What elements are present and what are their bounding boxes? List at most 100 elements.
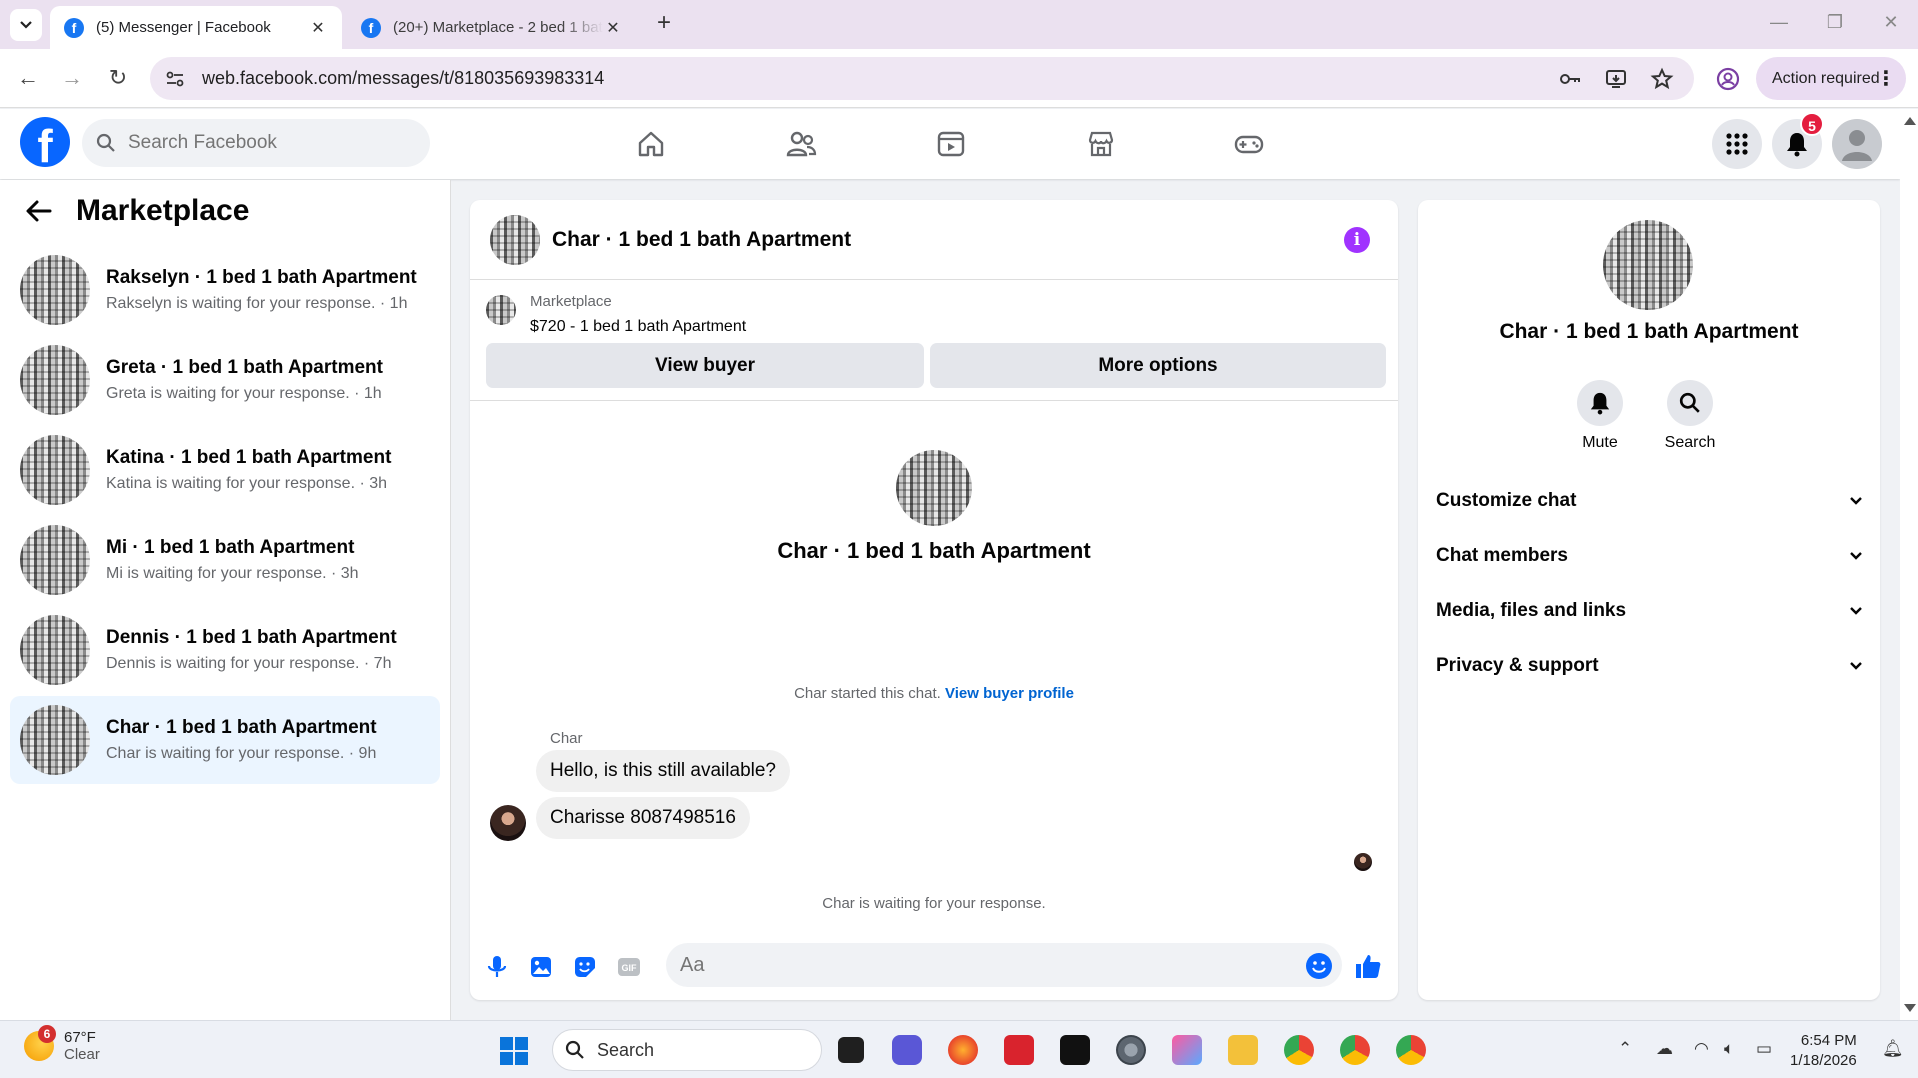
system-clock[interactable]: 6:54 PM 1/18/2026 bbox=[1790, 1031, 1857, 1071]
emoji-icon[interactable] bbox=[1306, 953, 1332, 979]
back-arrow-icon[interactable] bbox=[24, 196, 54, 226]
wifi-icon[interactable]: ◠ bbox=[1694, 1039, 1709, 1059]
tray-chevron-up-icon[interactable]: ⌃ bbox=[1618, 1039, 1632, 1059]
chrome-profile-icon[interactable] bbox=[1340, 1035, 1370, 1065]
mute-action[interactable]: Mute bbox=[1560, 380, 1640, 452]
tab-marketplace[interactable]: f (20+) Marketplace - 2 bed 1 bath ✕ bbox=[347, 6, 637, 49]
privacy-support-section[interactable]: Privacy & support bbox=[1436, 646, 1862, 686]
cloud-offline-icon[interactable]: ☁ bbox=[1656, 1039, 1673, 1059]
address-bar[interactable]: web.facebook.com/messages/t/818035693983… bbox=[150, 57, 1694, 100]
password-key-icon[interactable] bbox=[1558, 67, 1582, 91]
scroll-down-arrow-icon[interactable] bbox=[1904, 1004, 1916, 1012]
page-scrollbar[interactable] bbox=[1900, 109, 1918, 1020]
restore-icon[interactable]: ❐ bbox=[1820, 12, 1850, 33]
taskbar-search[interactable]: Search bbox=[552, 1029, 822, 1071]
chat-members-section[interactable]: Chat members bbox=[1436, 536, 1862, 576]
weather-widget[interactable]: 6 67°F Clear bbox=[24, 1025, 100, 1063]
menu-kebab-icon[interactable]: ⋮ bbox=[1876, 66, 1896, 91]
marketplace-nav[interactable] bbox=[1084, 127, 1118, 161]
gaming-nav[interactable] bbox=[1232, 127, 1266, 161]
close-tab-icon[interactable]: ✕ bbox=[603, 18, 623, 38]
task-view-icon[interactable] bbox=[838, 1037, 864, 1063]
search-input[interactable] bbox=[128, 132, 408, 154]
listing-avatar bbox=[20, 435, 90, 505]
notification-bell-icon[interactable]: 🔔︎ bbox=[1882, 1039, 1904, 1059]
mute-button[interactable] bbox=[1577, 380, 1623, 426]
new-tab-button[interactable]: + bbox=[650, 10, 678, 38]
tab-search-button[interactable] bbox=[10, 9, 42, 41]
thread-avatar bbox=[896, 450, 972, 526]
media-files-links-section[interactable]: Media, files and links bbox=[1436, 591, 1862, 631]
reload-button[interactable]: ↻ bbox=[104, 65, 132, 93]
capcut-icon[interactable] bbox=[1060, 1035, 1090, 1065]
search-in-chat-button[interactable] bbox=[1667, 380, 1713, 426]
home-nav[interactable] bbox=[634, 127, 668, 161]
conversation-item-rakselyn[interactable]: Rakselyn · 1 bed 1 bath Apartment Raksely… bbox=[10, 246, 440, 334]
close-window-icon[interactable]: ✕ bbox=[1876, 12, 1906, 33]
listing-thumbnail[interactable] bbox=[486, 295, 516, 325]
battery-icon[interactable]: ▭ bbox=[1756, 1039, 1772, 1059]
browser-tab-bar: f (5) Messenger | Facebook ✕ f (20+) Mar… bbox=[0, 0, 1918, 49]
browser-profile-icon[interactable] bbox=[1714, 65, 1742, 93]
conversation-name: Mi · 1 bed 1 bath Apartment bbox=[106, 537, 355, 558]
listing-avatar bbox=[20, 705, 90, 775]
scroll-up-arrow-icon[interactable] bbox=[1904, 117, 1916, 125]
start-button[interactable] bbox=[500, 1037, 528, 1065]
message-bubble[interactable]: Charisse 8087498516 bbox=[536, 797, 750, 839]
firefox-icon[interactable] bbox=[948, 1035, 978, 1065]
facebook-logo[interactable]: f bbox=[20, 117, 70, 167]
forward-button[interactable]: → bbox=[58, 65, 86, 93]
close-tab-icon[interactable]: ✕ bbox=[308, 18, 328, 38]
browser-toolbar: ← → ↻ web.facebook.com/messages/t/818035… bbox=[0, 49, 1918, 108]
video-nav[interactable] bbox=[934, 127, 968, 161]
more-options-button[interactable]: More options bbox=[930, 343, 1386, 388]
settings-gear-icon[interactable] bbox=[1116, 1035, 1146, 1065]
snipping-tool-icon[interactable] bbox=[1172, 1035, 1202, 1065]
facebook-search[interactable] bbox=[82, 119, 430, 167]
message-bubble[interactable]: Hello, is this still available? bbox=[536, 750, 790, 792]
thread-intro: Char · 1 bed 1 bath Apartment bbox=[470, 450, 1398, 564]
back-button[interactable]: ← bbox=[14, 65, 42, 93]
listing-avatar bbox=[20, 525, 90, 595]
wps-office-icon[interactable] bbox=[1004, 1035, 1034, 1065]
view-buyer-button[interactable]: View buyer bbox=[486, 343, 924, 388]
customize-chat-section[interactable]: Customize chat bbox=[1436, 481, 1862, 521]
minimize-icon[interactable]: — bbox=[1764, 12, 1794, 33]
conversation-snippet: Dennis is waiting for your response. · 7… bbox=[106, 655, 392, 672]
sticker-icon[interactable] bbox=[572, 954, 598, 980]
action-required-button[interactable]: Action required ⋮ bbox=[1756, 57, 1906, 100]
search-action[interactable]: Search bbox=[1650, 380, 1730, 452]
conversation-item-char[interactable]: Char · 1 bed 1 bath Apartment Char is wai… bbox=[10, 696, 440, 784]
message-input[interactable] bbox=[666, 943, 1342, 987]
conversation-item-greta[interactable]: Greta · 1 bed 1 bath Apartment Greta is w… bbox=[10, 336, 440, 424]
tab-messenger[interactable]: f (5) Messenger | Facebook ✕ bbox=[50, 6, 342, 49]
chat-avatar[interactable] bbox=[490, 214, 540, 265]
chrome-profile-2-icon[interactable] bbox=[1396, 1035, 1426, 1065]
listing-price[interactable]: $720 - 1 bed 1 bath Apartment bbox=[530, 318, 746, 336]
gif-icon[interactable]: GIF bbox=[616, 954, 642, 980]
conversation-item-katina[interactable]: Katina · 1 bed 1 bath Apartment Katina is… bbox=[10, 426, 440, 514]
info-icon[interactable]: i bbox=[1344, 227, 1370, 253]
volume-icon[interactable]: 🔈︎ bbox=[1724, 1039, 1734, 1059]
section-label: Privacy & support bbox=[1436, 655, 1599, 676]
file-explorer-icon[interactable] bbox=[1228, 1035, 1258, 1065]
teams-chat-icon[interactable] bbox=[892, 1035, 922, 1065]
view-buyer-profile-link[interactable]: View buyer profile bbox=[945, 685, 1074, 702]
thumbs-up-icon[interactable] bbox=[1354, 952, 1382, 980]
conversation-item-mi[interactable]: Mi · 1 bed 1 bath Apartment Mi is waiting… bbox=[10, 516, 440, 604]
site-settings-icon[interactable] bbox=[164, 68, 186, 90]
install-app-icon[interactable] bbox=[1604, 67, 1628, 91]
chrome-icon[interactable] bbox=[1284, 1035, 1314, 1065]
friends-nav[interactable] bbox=[784, 127, 818, 161]
menu-button[interactable] bbox=[1712, 119, 1762, 169]
profile-avatar-icon bbox=[1832, 119, 1882, 169]
chat-title[interactable]: Char · 1 bed 1 bath Apartment bbox=[552, 228, 851, 252]
bookmark-star-icon[interactable] bbox=[1650, 67, 1674, 91]
microphone-icon[interactable] bbox=[484, 954, 510, 980]
conversation-item-dennis[interactable]: Dennis · 1 bed 1 bath Apartment Dennis is… bbox=[10, 606, 440, 694]
tab-title: (5) Messenger | Facebook bbox=[96, 19, 271, 36]
sender-avatar[interactable] bbox=[490, 805, 526, 841]
photo-icon[interactable] bbox=[528, 954, 554, 980]
account-button[interactable] bbox=[1832, 119, 1882, 169]
marketplace-icon bbox=[1088, 131, 1114, 157]
